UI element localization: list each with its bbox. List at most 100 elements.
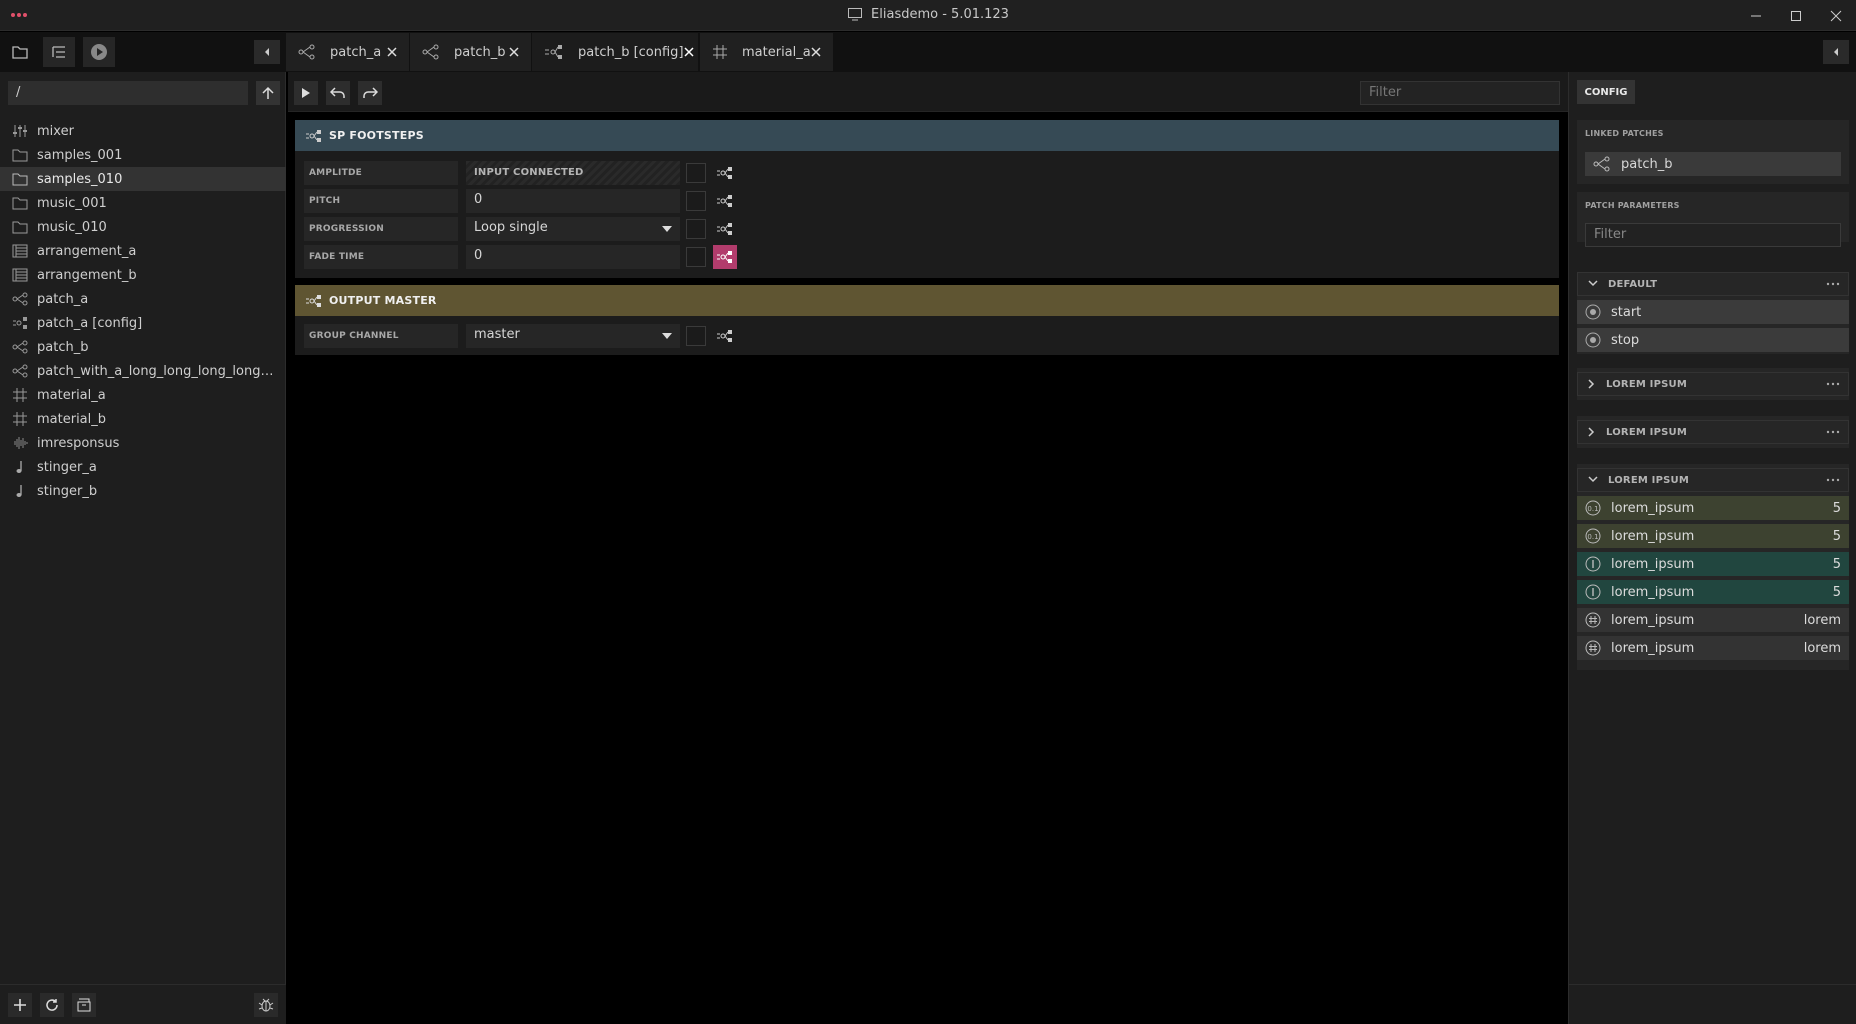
link-parameter-button[interactable] [713, 189, 737, 213]
tab-patch-b[interactable]: patch_b [410, 33, 532, 71]
param-item[interactable]: lorem_ipsum 5 [1577, 552, 1849, 576]
refresh-button[interactable] [40, 993, 64, 1017]
tree-item-imresponsus[interactable]: imresponsus [0, 431, 286, 455]
param-label: FADE TIME [304, 245, 458, 269]
parent-folder-button[interactable] [256, 81, 280, 105]
more-options-icon[interactable] [1826, 430, 1840, 434]
param-checkbox[interactable] [686, 247, 706, 267]
link-parameter-button[interactable] [713, 161, 737, 185]
tab-bar: patch_a patch_b patch_b [config] materia… [0, 32, 1856, 72]
window-title: Eliasdemo - 5.01.123 [0, 7, 1856, 22]
close-tab-icon[interactable] [683, 47, 694, 57]
tab-patch-b-config[interactable]: patch_b [config] [532, 33, 699, 71]
linked-patch-item[interactable]: patch_b [1585, 152, 1841, 176]
waveform-icon [11, 435, 29, 451]
param-value-input[interactable]: 0 [466, 189, 680, 213]
section-title: DEFAULT [1608, 278, 1658, 290]
param-item-start[interactable]: start [1577, 300, 1849, 324]
param-value-dropdown[interactable]: Loop single [466, 217, 680, 241]
param-checkbox[interactable] [686, 163, 706, 183]
hierarchy-button[interactable] [43, 37, 75, 67]
play-button[interactable] [83, 37, 115, 67]
tree-item-material-a[interactable]: material_a [0, 383, 286, 407]
link-parameter-button[interactable] [713, 324, 737, 348]
close-tab-icon[interactable] [509, 47, 519, 57]
config-panel: CONFIG LINKED PATCHES patch_b PATCH PARA… [1568, 72, 1856, 1024]
tree-item-mixer[interactable]: mixer [0, 119, 286, 143]
path-input[interactable]: / [8, 81, 248, 105]
debug-button[interactable] [254, 993, 278, 1017]
param-value-dropdown[interactable]: master [466, 324, 680, 348]
tree-item-patch-b[interactable]: patch_b [0, 335, 286, 359]
collapse-left-button[interactable] [254, 40, 280, 64]
more-options-icon[interactable] [1826, 282, 1840, 286]
param-item[interactable]: 0.1 lorem_ipsum 5 [1577, 524, 1849, 548]
param-checkbox[interactable] [686, 219, 706, 239]
param-item[interactable]: lorem_ipsum lorem [1577, 636, 1849, 660]
tree-item-music-010[interactable]: music_010 [0, 215, 286, 239]
tree-item-material-b[interactable]: material_b [0, 407, 286, 431]
param-item[interactable]: 0.1 lorem_ipsum 5 [1577, 496, 1849, 520]
param-value: 5 [1832, 528, 1841, 544]
folder-icon [11, 195, 29, 211]
section-header[interactable]: LOREM IPSUM [1577, 420, 1849, 444]
add-button[interactable] [8, 993, 32, 1017]
param-checkbox[interactable] [686, 326, 706, 346]
editor-toolbar: Filter [288, 72, 1568, 112]
tab-patch-a[interactable]: patch_a [286, 33, 410, 71]
editor-filter-input[interactable]: Filter [1360, 81, 1560, 105]
caret-down-icon [662, 333, 672, 339]
minimize-button[interactable] [1736, 0, 1776, 31]
close-tab-icon[interactable] [811, 47, 821, 57]
archive-button[interactable] [72, 993, 96, 1017]
tree-item-label: stinger_a [37, 459, 97, 475]
tree-item-label: arrangement_a [37, 243, 137, 259]
param-label: AMPLITDE [304, 161, 458, 185]
param-value-input[interactable]: 0 [466, 245, 680, 269]
collapse-right-button[interactable] [1823, 40, 1849, 64]
tree-item-arrangement-a[interactable]: arrangement_a [0, 239, 286, 263]
param-section-lorem-3: LOREM IPSUM 0.1 lorem_ipsum 5 0.1 lorem_… [1577, 464, 1849, 670]
files-button[interactable] [4, 37, 36, 67]
link-parameter-button-active[interactable] [713, 245, 737, 269]
tree-item-arrangement-b[interactable]: arrangement_b [0, 263, 286, 287]
svg-text:0.1: 0.1 [1587, 533, 1598, 541]
tab-label: patch_b [454, 44, 506, 60]
group-header[interactable]: SP FOOTSTEPS [295, 120, 1559, 151]
tree-item-samples-001[interactable]: samples_001 [0, 143, 286, 167]
section-header[interactable]: LOREM IPSUM [1577, 372, 1849, 396]
material-icon [11, 411, 29, 427]
link-parameter-button[interactable] [713, 217, 737, 241]
maximize-button[interactable] [1776, 0, 1816, 31]
param-checkbox[interactable] [686, 191, 706, 211]
group-title: OUTPUT MASTER [329, 294, 437, 307]
play-patch-button[interactable] [294, 81, 318, 105]
config-panel-footer [1569, 984, 1856, 1024]
dropdown-value: Loop single [474, 220, 548, 235]
param-item[interactable]: lorem_ipsum lorem [1577, 608, 1849, 632]
parameters-filter-input[interactable]: Filter [1585, 223, 1841, 247]
more-options-icon[interactable] [1826, 382, 1840, 386]
section-header[interactable]: DEFAULT [1577, 272, 1849, 296]
tree-item-stinger-a[interactable]: stinger_a [0, 455, 286, 479]
param-item[interactable]: lorem_ipsum 5 [1577, 580, 1849, 604]
close-tab-icon[interactable] [387, 47, 397, 57]
link-patch-icon [717, 167, 732, 179]
param-row-amplitude: AMPLITDE INPUT CONNECTED [295, 161, 755, 185]
undo-button[interactable] [326, 81, 350, 105]
tree-item-stinger-b[interactable]: stinger_b [0, 479, 286, 503]
group-header[interactable]: OUTPUT MASTER [295, 285, 1559, 316]
more-options-icon[interactable] [1826, 478, 1840, 482]
tree-item-samples-010[interactable]: samples_010 [0, 167, 286, 191]
tree-item-music-001[interactable]: music_001 [0, 191, 286, 215]
param-item-stop[interactable]: stop [1577, 328, 1849, 352]
tree-item-patch-a-config[interactable]: patch_a [config] [0, 311, 286, 335]
tree-item-patch-long[interactable]: patch_with_a_long_long_long_long_long... [0, 359, 286, 383]
section-header[interactable]: LOREM IPSUM [1577, 468, 1849, 492]
tab-material-a[interactable]: material_a [700, 33, 834, 71]
close-window-button[interactable] [1816, 0, 1856, 31]
tree-item-patch-a[interactable]: patch_a [0, 287, 286, 311]
group-title: SP FOOTSTEPS [329, 129, 424, 142]
tab-config[interactable]: CONFIG [1577, 80, 1635, 104]
redo-button[interactable] [358, 81, 382, 105]
